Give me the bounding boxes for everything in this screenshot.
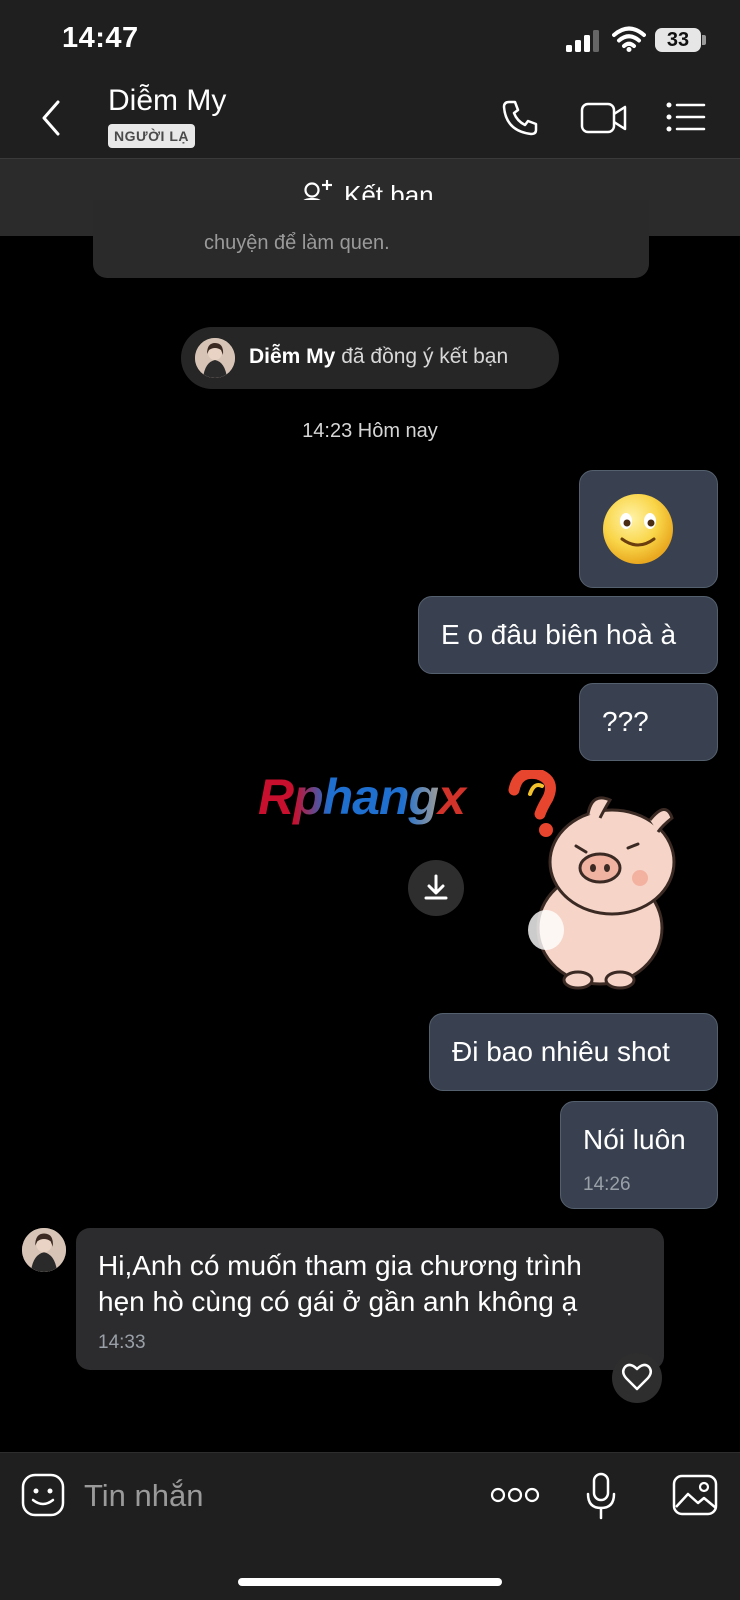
download-icon [424, 874, 448, 900]
message-text: Đi bao nhiêu shot [452, 1036, 670, 1067]
stranger-badge: NGƯỜI LẠ [108, 124, 195, 148]
heart-icon [622, 1363, 652, 1391]
avatar [195, 338, 235, 378]
message-bubble-emoji[interactable] [579, 470, 718, 588]
image-gallery-icon[interactable] [672, 1474, 718, 1516]
status-time: 14:47 [62, 22, 139, 54]
message-text-line: hẹn hò cùng có gái ở gần anh không ạ [98, 1286, 578, 1317]
back-icon[interactable] [36, 98, 66, 138]
contact-avatar[interactable] [22, 1228, 66, 1272]
react-button[interactable] [612, 1353, 662, 1403]
contact-name[interactable]: Diễm My [108, 84, 226, 118]
message-bubble[interactable]: Đi bao nhiêu shot [429, 1013, 718, 1091]
video-call-icon[interactable] [580, 100, 628, 136]
intro-card-text: chuyện để làm quen. [204, 232, 390, 254]
message-bubble[interactable]: Nói luôn 14:26 [560, 1101, 718, 1209]
friend-accepted-notice: Diễm My đã đồng ý kết bạn [181, 327, 559, 389]
message-text: Nói luôn [583, 1124, 686, 1155]
message-bubble-incoming[interactable]: Hi,Anh có muốn tham gia chương trình hẹn… [76, 1228, 664, 1370]
phone-call-icon[interactable] [500, 98, 540, 138]
emoji-sticker-icon[interactable] [20, 1472, 66, 1518]
message-input[interactable] [84, 1476, 444, 1516]
menu-icon[interactable] [666, 100, 706, 134]
message-time: 14:33 [98, 1332, 146, 1353]
time-divider: 14:23 Hôm nay [302, 420, 438, 442]
system-message-text: đã đồng ý kết bạn [341, 345, 509, 368]
message-text: E o đâu biên hoà à [441, 619, 677, 650]
download-button[interactable] [408, 860, 464, 916]
smiling-face-icon [603, 494, 673, 564]
system-message-name: Diễm My [249, 345, 336, 368]
message-bubble[interactable]: E o đâu biên hoà à [418, 596, 718, 674]
message-text-line: Hi,Anh có muốn tham gia chương trình [98, 1250, 582, 1281]
message-time: 14:26 [583, 1174, 631, 1195]
message-text: ??? [602, 706, 649, 737]
watermark-main: Rphang [258, 769, 439, 825]
watermark: Rphangx [258, 768, 466, 826]
watermark-x: x [438, 769, 466, 825]
microphone-icon[interactable] [586, 1472, 616, 1520]
more-icon[interactable] [490, 1485, 540, 1505]
message-bubble[interactable]: ??? [579, 683, 718, 761]
home-indicator [238, 1578, 502, 1586]
battery-indicator: 33 [655, 28, 701, 52]
pig-question-sticker[interactable] [500, 770, 700, 1000]
wifi-icon [612, 26, 646, 52]
cellular-signal-icon [566, 30, 599, 52]
battery-nub [702, 35, 706, 45]
